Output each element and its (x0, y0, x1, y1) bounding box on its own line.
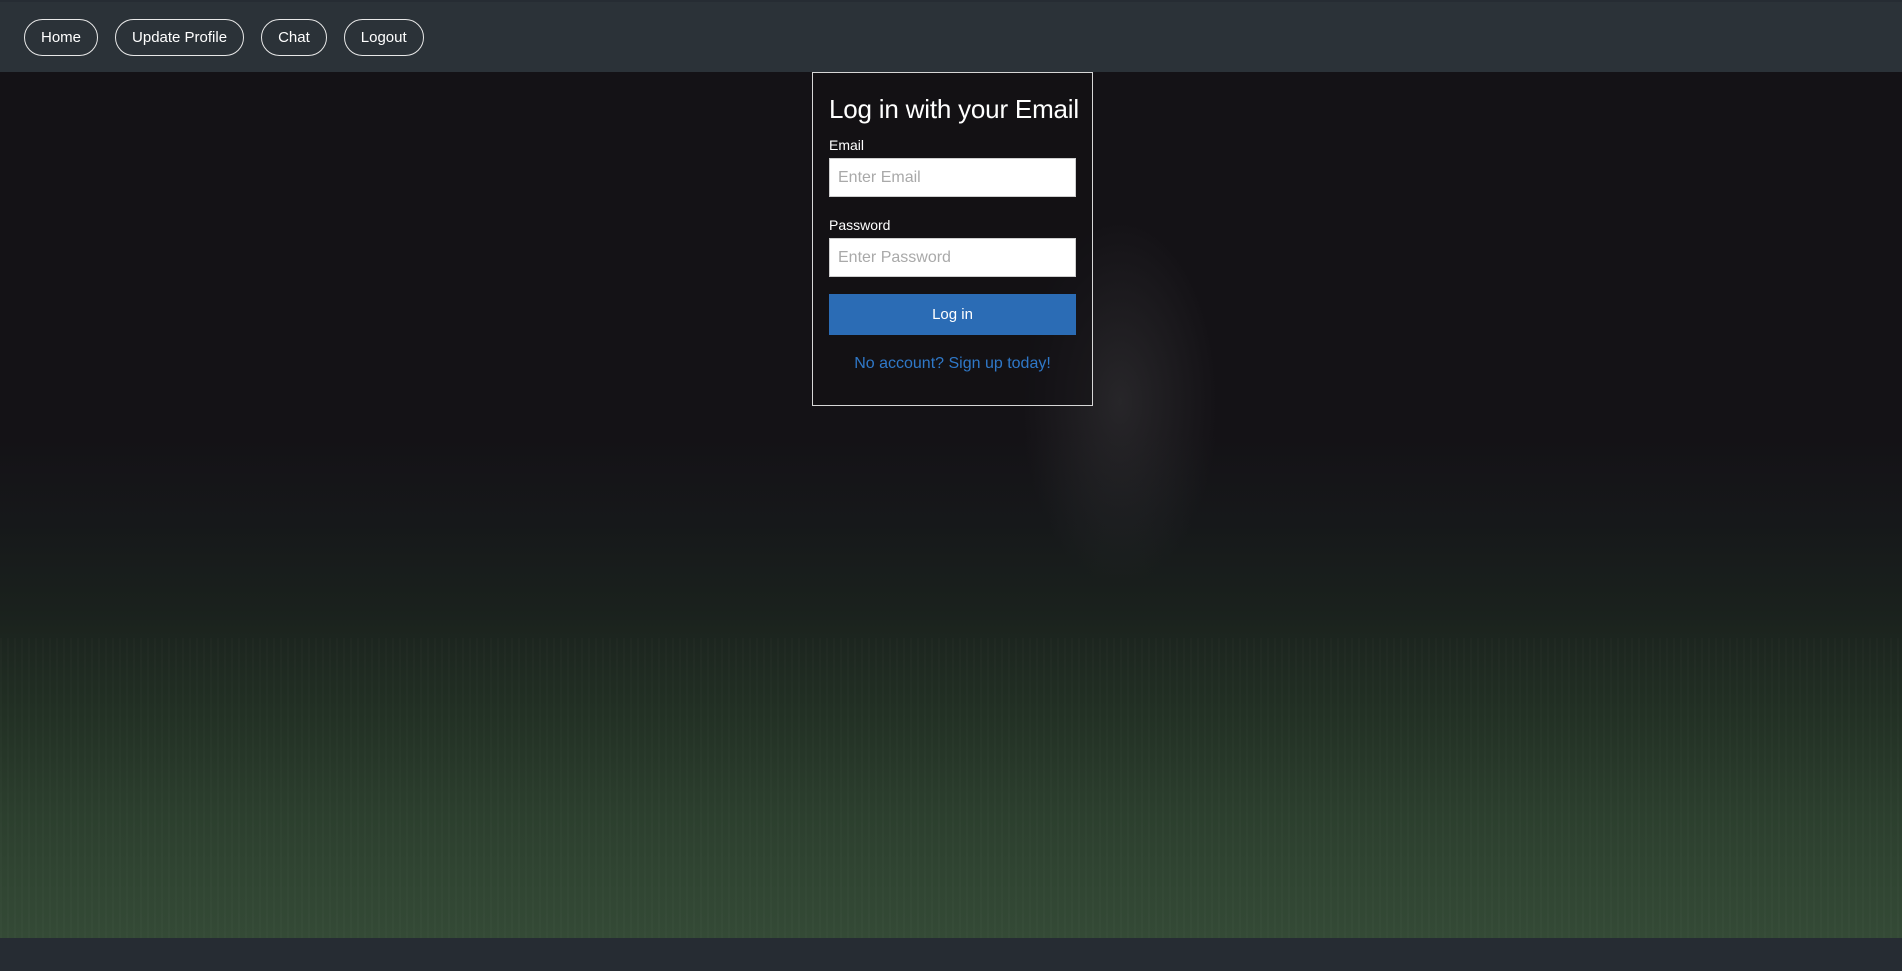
top-navbar: Home Update Profile Chat Logout (0, 2, 1902, 72)
email-input[interactable] (829, 158, 1076, 197)
nav-home-button[interactable]: Home (24, 18, 99, 56)
login-panel: Log in with your Email Email Password Lo… (812, 72, 1093, 406)
password-label: Password (829, 217, 891, 233)
nav-update-profile-button[interactable]: Update Profile (115, 18, 245, 56)
nav-logout-button[interactable]: Logout (343, 18, 424, 56)
signup-link[interactable]: No account? Sign up today! (829, 355, 1076, 373)
footer-bar (0, 938, 1902, 971)
login-button[interactable]: Log in (829, 294, 1076, 335)
nav-chat-button[interactable]: Chat (261, 18, 327, 56)
email-label: Email (829, 137, 865, 153)
login-title: Log in with your Email (829, 94, 1079, 124)
password-input[interactable] (829, 238, 1076, 277)
